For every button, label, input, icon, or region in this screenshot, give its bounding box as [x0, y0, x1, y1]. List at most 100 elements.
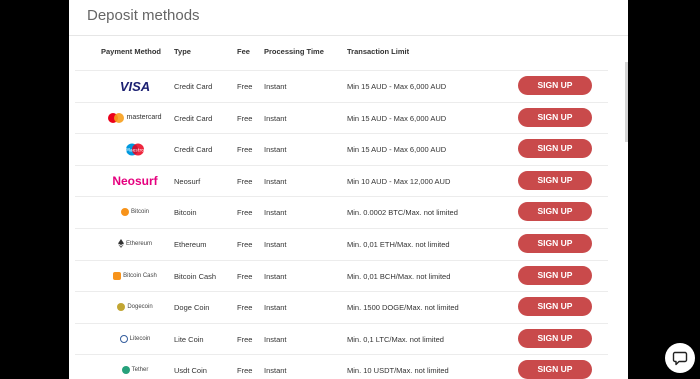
- table-row: Bitcoin Cash Bitcoin Cash Free Instant M…: [75, 259, 608, 292]
- sign-up-button[interactable]: SIGN UP: [518, 297, 592, 317]
- dogecoin-logo: Dogecoin: [95, 296, 175, 318]
- sign-up-button[interactable]: SIGN UP: [518, 328, 592, 348]
- chat-bubble-icon: [672, 351, 688, 366]
- tether-logo: Tether: [95, 359, 175, 379]
- fee-cell: Free: [237, 303, 253, 313]
- time-cell: Instant: [264, 82, 287, 91]
- litecoin-logo-text: Litecoin: [129, 335, 151, 342]
- header-transaction-limit: Transaction Limit: [347, 47, 410, 56]
- type-cell: Credit Card: [174, 82, 213, 91]
- bitcoin-logo-text: Bitcoin: [130, 209, 149, 216]
- table-header: Payment Method Type Fee Processing Time …: [69, 47, 628, 61]
- type-cell: Usdt Coin: [174, 366, 207, 376]
- time-cell: Instant: [264, 366, 287, 376]
- neosurf-logo-text: Neosurf: [112, 173, 158, 188]
- sign-up-button[interactable]: SIGN UP: [518, 76, 592, 95]
- limit-cell: Min. 10 USDT/Max. not limited: [347, 366, 449, 376]
- table-body: VISA Credit Card Free Instant Min 15 AUD…: [69, 70, 628, 379]
- visa-logo-text: VISA: [119, 78, 151, 94]
- type-cell: Bitcoin: [174, 208, 197, 218]
- table-row: Bitcoin Bitcoin Free Instant Min. 0.0002…: [75, 196, 608, 228]
- type-cell: Neosurf: [174, 176, 201, 186]
- limit-cell: Min. 0,01 BCH/Max. not limited: [347, 271, 451, 281]
- visa-logo: VISA: [95, 75, 175, 97]
- chat-button[interactable]: [665, 343, 695, 373]
- time-cell: Instant: [264, 303, 287, 313]
- table-row: Dogecoin Doge Coin Free Instant Min. 150…: [75, 291, 608, 323]
- time-cell: Instant: [264, 334, 287, 344]
- table-row: Maestro Credit Card Free Instant Min 15 …: [75, 133, 608, 165]
- header-type: Type: [174, 47, 191, 56]
- type-cell: Lite Coin: [174, 334, 204, 344]
- time-cell: Instant: [264, 239, 287, 249]
- limit-cell: Min. 0.0002 BTC/Max. not limited: [347, 208, 458, 218]
- limit-cell: Min 15 AUD - Max 6,000 AUD: [347, 145, 447, 155]
- header-processing-time: Processing Time: [264, 47, 324, 56]
- dogecoin-logo-text: Dogecoin: [127, 304, 153, 311]
- neosurf-logo: Neosurf: [95, 170, 175, 192]
- table-row: Tether Usdt Coin Free Instant Min. 10 US…: [75, 354, 608, 379]
- bitcoin-icon: [120, 208, 129, 217]
- ethereum-logo: Ethereum: [95, 233, 175, 255]
- fee-cell: Free: [237, 208, 253, 218]
- litecoin-icon: [119, 334, 128, 343]
- maestro-circles-icon: Maestro: [126, 143, 144, 156]
- time-cell: Instant: [264, 176, 287, 186]
- fee-cell: Free: [237, 176, 253, 186]
- bitcoin-cash-icon: [113, 271, 122, 280]
- mastercard-logo: mastercard: [95, 107, 175, 129]
- tether-logo-text: Tether: [131, 367, 149, 374]
- table-row: Ethereum Ethereum Free Instant Min. 0,01…: [75, 227, 608, 260]
- header-fee: Fee: [237, 47, 250, 56]
- type-cell: Credit Card: [174, 145, 213, 155]
- time-cell: Instant: [264, 113, 287, 123]
- dogecoin-icon: [117, 303, 126, 312]
- table-row: VISA Credit Card Free Instant Min 15 AUD…: [75, 70, 608, 102]
- divider: [69, 35, 628, 36]
- limit-cell: Min. 0,01 ETH/Max. not limited: [347, 239, 450, 249]
- page-title: Deposit methods: [87, 7, 200, 24]
- fee-cell: Free: [237, 113, 253, 123]
- table-row: mastercard Credit Card Free Instant Min …: [75, 101, 608, 134]
- time-cell: Instant: [264, 271, 287, 281]
- maestro-logo: Maestro: [95, 138, 175, 160]
- ethereum-logo-text: Ethereum: [125, 240, 152, 247]
- limit-cell: Min. 1500 DOGE/Max. not limited: [347, 303, 459, 313]
- bitcoin-cash-logo: Bitcoin Cash: [95, 265, 175, 287]
- maestro-logo-text: Maestro: [126, 147, 144, 153]
- sign-up-button[interactable]: SIGN UP: [518, 139, 592, 159]
- fee-cell: Free: [237, 334, 253, 344]
- fee-cell: Free: [237, 366, 253, 376]
- sign-up-button[interactable]: SIGN UP: [518, 107, 592, 127]
- bitcoin-cash-logo-text: Bitcoin Cash: [123, 272, 157, 279]
- ethereum-icon: [117, 239, 124, 249]
- mastercard-circles-icon: [108, 112, 125, 123]
- limit-cell: Min. 0,1 LTC/Max. not limited: [347, 334, 444, 344]
- mastercard-logo-text: mastercard: [126, 114, 162, 122]
- bitcoin-logo: Bitcoin: [95, 201, 175, 223]
- limit-cell: Min 10 AUD - Max 12,000 AUD: [347, 176, 451, 186]
- limit-cell: Min 15 AUD - Max 6,000 AUD: [347, 113, 447, 123]
- type-cell: Bitcoin Cash: [174, 271, 217, 281]
- tether-icon: [121, 366, 130, 375]
- time-cell: Instant: [264, 208, 287, 218]
- table-row: Neosurf Neosurf Free Instant Min 10 AUD …: [75, 164, 608, 197]
- fee-cell: Free: [237, 145, 253, 155]
- table-row: Litecoin Lite Coin Free Instant Min. 0,1…: [75, 322, 608, 355]
- fee-cell: Free: [237, 271, 253, 281]
- sign-up-button[interactable]: SIGN UP: [518, 265, 592, 285]
- sign-up-button[interactable]: SIGN UP: [518, 170, 592, 190]
- limit-cell: Min 15 AUD - Max 6,000 AUD: [347, 82, 447, 91]
- time-cell: Instant: [264, 145, 287, 155]
- litecoin-logo: Litecoin: [95, 328, 175, 350]
- scrollbar[interactable]: [625, 62, 628, 142]
- sign-up-button[interactable]: SIGN UP: [518, 202, 592, 222]
- sign-up-button[interactable]: SIGN UP: [518, 360, 592, 379]
- deposit-panel: Deposit methods Payment Method Type Fee …: [69, 0, 628, 379]
- fee-cell: Free: [237, 82, 253, 91]
- type-cell: Ethereum: [174, 239, 207, 249]
- type-cell: Credit Card: [174, 113, 213, 123]
- fee-cell: Free: [237, 239, 253, 249]
- sign-up-button[interactable]: SIGN UP: [518, 233, 592, 253]
- header-payment-method: Payment Method: [101, 47, 162, 56]
